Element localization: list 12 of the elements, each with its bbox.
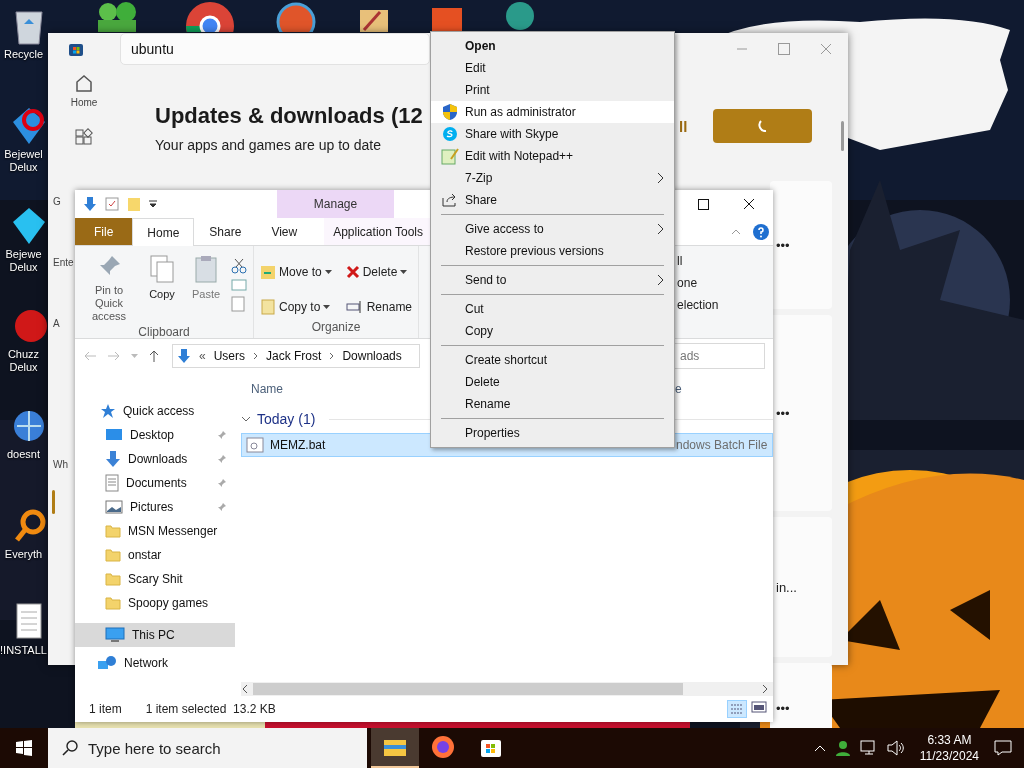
folder-icon xyxy=(383,737,407,757)
person-icon[interactable] xyxy=(834,740,851,756)
browser-icon xyxy=(431,735,455,759)
chevron-up-icon[interactable] xyxy=(813,744,826,752)
network-icon[interactable] xyxy=(859,740,878,756)
clock[interactable]: 6:33 AM 11/23/2024 xyxy=(919,732,979,764)
volume-icon[interactable] xyxy=(886,740,905,756)
search-icon xyxy=(62,740,78,756)
taskbar-app[interactable] xyxy=(371,728,419,768)
notification-icon[interactable] xyxy=(994,740,1012,756)
windows-icon xyxy=(16,740,32,756)
search-field[interactable]: Type here to search xyxy=(48,728,367,768)
